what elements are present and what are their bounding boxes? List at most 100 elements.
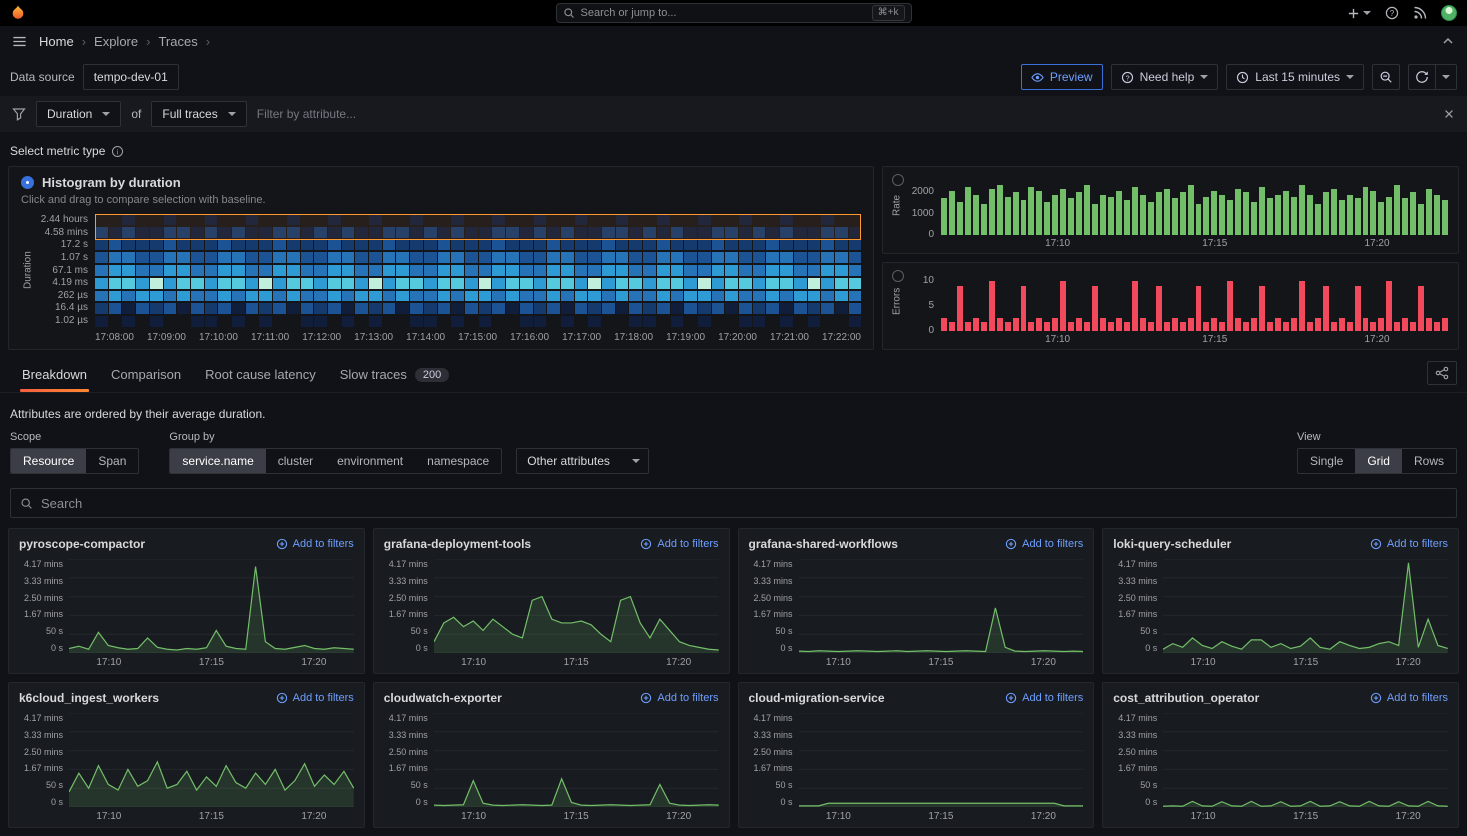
zoom-out-icon (1379, 70, 1393, 84)
heatmap-cell (328, 303, 341, 314)
tab-slow-traces[interactable]: Slow traces200 (328, 358, 462, 392)
heatmap-cell (122, 291, 135, 302)
heatmap-cell (369, 252, 382, 263)
heatmap-cell (342, 316, 355, 327)
errors-panel: Errors 1050 17:1017:1517:20 (882, 262, 1459, 350)
view-option-grid[interactable]: Grid (1355, 449, 1402, 473)
bar (1148, 322, 1154, 331)
heatmap-cell (780, 303, 793, 314)
info-icon[interactable]: i (111, 145, 124, 158)
heatmap-cell (547, 303, 560, 314)
y-tick: 10 (923, 276, 934, 286)
heatmap-cell (588, 303, 601, 314)
datasource-select[interactable]: tempo-dev-01 (83, 64, 179, 90)
top-search-input[interactable]: Search or jump to... ⌘+k (556, 3, 912, 23)
bar (1021, 200, 1027, 235)
add-to-filters-button[interactable]: Add to filters (276, 538, 354, 550)
chevron-down-icon (1346, 75, 1354, 79)
heatmap-cell (643, 265, 656, 276)
heatmap-cell (821, 240, 834, 251)
heatmap-cell (438, 252, 451, 263)
y-tick: 0 (928, 326, 934, 336)
duration-select[interactable]: Duration (36, 101, 121, 127)
heatmap-cell (780, 265, 793, 276)
news-icon[interactable] (1413, 6, 1427, 20)
need-help-button[interactable]: ? Need help (1111, 64, 1219, 90)
heatmap-cell (684, 303, 697, 314)
heatmap-cell (205, 252, 218, 263)
add-to-filters-button[interactable]: Add to filters (1370, 538, 1448, 550)
attribute-filter-input[interactable]: Filter by attribute... (257, 107, 356, 121)
refresh-button[interactable] (1408, 64, 1435, 90)
heatmap-cell (205, 316, 218, 327)
heatmap-cell (602, 303, 615, 314)
x-tick: 17:20 (1031, 657, 1056, 668)
duration-selection-overlay[interactable] (95, 214, 861, 240)
groupby-option-namespace[interactable]: namespace (415, 449, 501, 473)
duration-heatmap[interactable]: Duration 2.44 hours4.58 mins17.2 s1.07 s… (21, 214, 861, 343)
heatmap-cell (438, 278, 451, 289)
y-tick: 0 s (416, 643, 428, 653)
groupby-option-cluster[interactable]: cluster (266, 449, 325, 473)
tab-breakdown[interactable]: Breakdown (10, 358, 99, 392)
full-traces-select[interactable]: Full traces (151, 101, 246, 127)
zoom-out-button[interactable] (1372, 64, 1400, 90)
tab-comparison[interactable]: Comparison (99, 358, 193, 392)
close-icon[interactable] (1443, 108, 1455, 120)
chevron-up-icon[interactable] (1441, 34, 1455, 48)
heatmap-cell (232, 252, 245, 263)
add-to-filters-button[interactable]: Add to filters (1005, 692, 1083, 704)
menu-toggle[interactable] (12, 34, 27, 49)
grafana-logo[interactable] (10, 5, 26, 21)
share-button[interactable] (1427, 361, 1457, 385)
heatmap-cell (616, 265, 629, 276)
heatmap-cell (328, 316, 341, 327)
add-to-filters-button[interactable]: Add to filters (640, 692, 718, 704)
add-button[interactable] (1347, 7, 1371, 20)
avatar[interactable] (1441, 5, 1457, 21)
heatmap-cell (753, 240, 766, 251)
heatmap-cell (616, 316, 629, 327)
scope-option-span[interactable]: Span (86, 449, 138, 473)
heatmap-cell (191, 278, 204, 289)
heatmap-cell (492, 278, 505, 289)
bar (1418, 286, 1424, 331)
heatmap-cell (753, 278, 766, 289)
other-attributes-select[interactable]: Other attributes (516, 448, 649, 474)
preview-button[interactable]: Preview (1021, 64, 1103, 90)
groupby-option-service-name[interactable]: service.name (170, 449, 265, 473)
x-tick: 17:15 (1202, 334, 1227, 345)
tab-root-cause-latency[interactable]: Root cause latency (193, 358, 328, 392)
heatmap-cell (629, 291, 642, 302)
heatmap-cell (218, 240, 231, 251)
add-to-filters-button[interactable]: Add to filters (640, 538, 718, 550)
view-option-single[interactable]: Single (1298, 449, 1355, 473)
bar (1124, 200, 1130, 235)
heatmap-cell (766, 291, 779, 302)
histogram-radio[interactable] (21, 176, 34, 189)
time-range-picker[interactable]: Last 15 minutes (1226, 64, 1364, 90)
heatmap-cell (95, 240, 108, 251)
breadcrumb-item-home[interactable]: Home (39, 34, 74, 49)
help-icon[interactable]: ? (1385, 6, 1399, 20)
scope-option-resource[interactable]: Resource (11, 449, 86, 473)
refresh-interval-button[interactable] (1435, 64, 1457, 90)
breakdown-search-input[interactable]: Search (10, 488, 1457, 518)
rate-panel: Rate 200010000 17:1017:1517:20 (882, 166, 1459, 254)
heatmap-cell (849, 316, 862, 327)
heatmap-cell (561, 303, 574, 314)
add-to-filters-button[interactable]: Add to filters (1005, 538, 1083, 550)
heatmap-cell (342, 252, 355, 263)
view-option-rows[interactable]: Rows (1402, 449, 1456, 473)
bar (1036, 318, 1042, 332)
groupby-option-environment[interactable]: environment (325, 449, 415, 473)
breadcrumb-item-traces[interactable]: Traces (158, 34, 197, 49)
breadcrumb-item-explore[interactable]: Explore (94, 34, 138, 49)
add-to-filters-button[interactable]: Add to filters (276, 692, 354, 704)
heatmap-cell (588, 278, 601, 289)
add-to-filters-button[interactable]: Add to filters (1370, 692, 1448, 704)
bar (1339, 200, 1345, 235)
breakdown-grid: pyroscope-compactor Add to filters 4.17 … (0, 528, 1467, 836)
bar (1028, 187, 1034, 235)
bar (1243, 322, 1249, 331)
